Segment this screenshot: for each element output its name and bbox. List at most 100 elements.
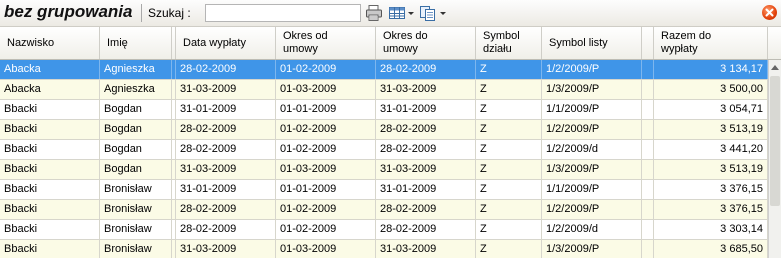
toolbar-separator — [141, 4, 142, 22]
search-input[interactable] — [205, 4, 361, 22]
cell-imie: Bogdan — [100, 160, 172, 179]
column-header-okres-od[interactable]: Okres od umowy — [276, 27, 376, 59]
scroll-up-icon[interactable] — [771, 65, 779, 70]
table-row[interactable]: Bbacki Bronisław 31-01-2009 01-01-2009 31-01… — [0, 180, 768, 200]
column-separator — [172, 27, 176, 59]
table-row[interactable]: Bbacki Bronisław 31-03-2009 01-03-2009 31-03… — [0, 240, 768, 258]
cell-separator — [642, 100, 654, 119]
column-header-symbol-listy[interactable]: Symbol listy — [542, 27, 642, 59]
cell-symbol-dzialu: Z — [476, 160, 542, 179]
cell-symbol-listy: 1/1/2009/P — [542, 100, 642, 119]
cell-razem: 3 513,19 — [654, 160, 768, 179]
cell-data-wyplaty: 28-02-2009 — [176, 60, 276, 79]
grouping-title: bez grupowania — [4, 2, 133, 21]
copy-dropdown-chevron-down-icon[interactable] — [439, 4, 447, 22]
cell-symbol-dzialu: Z — [476, 240, 542, 258]
cell-okres-do: 31-01-2009 — [376, 100, 476, 119]
cell-separator — [172, 120, 176, 139]
cell-okres-od: 01-02-2009 — [276, 200, 376, 219]
table-row[interactable]: Bbacki Bogdan 28-02-2009 01-02-2009 28-02-20… — [0, 140, 768, 160]
cell-data-wyplaty: 28-02-2009 — [176, 120, 276, 139]
cell-imie: Bronisław — [100, 220, 172, 239]
cell-separator — [172, 160, 176, 179]
cell-separator — [642, 220, 654, 239]
cell-okres-do: 31-01-2009 — [376, 180, 476, 199]
table-dropdown-chevron-down-icon[interactable] — [407, 4, 415, 22]
cell-imie: Bogdan — [100, 120, 172, 139]
cell-separator — [642, 80, 654, 99]
cell-separator — [642, 240, 654, 258]
cell-okres-od: 01-02-2009 — [276, 220, 376, 239]
cell-symbol-listy: 1/2/2009/d — [542, 140, 642, 159]
table-row[interactable]: Bbacki Bogdan 28-02-2009 01-02-2009 28-02-20… — [0, 120, 768, 140]
cell-data-wyplaty: 28-02-2009 — [176, 140, 276, 159]
cell-razem: 3 685,50 — [654, 240, 768, 258]
cell-separator — [172, 140, 176, 159]
cell-nazwisko: Bbacki — [0, 220, 100, 239]
grid-header: Nazwisko Imię Data wypłaty Okres od umowy Ok… — [0, 27, 781, 60]
search-label: Szukaj : — [148, 6, 191, 20]
cell-imie: Agnieszka — [100, 80, 172, 99]
cell-okres-od: 01-02-2009 — [276, 120, 376, 139]
cell-data-wyplaty: 31-01-2009 — [176, 180, 276, 199]
table-row[interactable]: Bbacki Bronisław 28-02-2009 01-02-2009 28-02… — [0, 200, 768, 220]
cell-separator — [172, 180, 176, 199]
column-header-razem[interactable]: Razem do wypłaty — [654, 27, 768, 59]
cell-symbol-dzialu: Z — [476, 60, 542, 79]
scrollbar-thumb[interactable] — [770, 76, 780, 206]
cell-okres-od: 01-03-2009 — [276, 160, 376, 179]
cell-imie: Bogdan — [100, 140, 172, 159]
cell-razem: 3 513,19 — [654, 120, 768, 139]
column-header-imie[interactable]: Imię — [100, 27, 172, 59]
table-row[interactable]: Abacka Agnieszka 31-03-2009 01-03-2009 31-03… — [0, 80, 768, 100]
cell-nazwisko: Bbacki — [0, 180, 100, 199]
table-row[interactable]: Abacka Agnieszka 28-02-2009 01-02-2009 28-02… — [0, 60, 768, 80]
cell-data-wyplaty: 31-01-2009 — [176, 100, 276, 119]
cell-data-wyplaty: 31-03-2009 — [176, 80, 276, 99]
column-header-nazwisko[interactable]: Nazwisko — [0, 27, 100, 59]
column-header-symbol-dzialu[interactable]: Symbol działu — [476, 27, 542, 59]
table-row[interactable]: Bbacki Bogdan 31-03-2009 01-03-2009 31-03-20… — [0, 160, 768, 180]
cell-data-wyplaty: 28-02-2009 — [176, 200, 276, 219]
cell-razem: 3 303,14 — [654, 220, 768, 239]
printer-icon[interactable] — [365, 4, 383, 22]
cell-nazwisko: Bbacki — [0, 140, 100, 159]
cell-okres-od: 01-03-2009 — [276, 240, 376, 258]
cell-separator — [642, 200, 654, 219]
cell-symbol-dzialu: Z — [476, 200, 542, 219]
column-header-data-wyplaty[interactable]: Data wypłaty — [176, 27, 276, 59]
cell-imie: Agnieszka — [100, 60, 172, 79]
cell-nazwisko: Bbacki — [0, 160, 100, 179]
toolbar: bez grupowania Szukaj : — [0, 0, 781, 27]
cell-razem: 3 441,20 — [654, 140, 768, 159]
cell-imie: Bronisław — [100, 240, 172, 258]
cell-separator — [172, 240, 176, 258]
cell-symbol-dzialu: Z — [476, 220, 542, 239]
table-row[interactable]: Bbacki Bogdan 31-01-2009 01-01-2009 31-01-20… — [0, 100, 768, 120]
cell-symbol-dzialu: Z — [476, 120, 542, 139]
cell-okres-od: 01-03-2009 — [276, 80, 376, 99]
cell-imie: Bogdan — [100, 100, 172, 119]
close-icon[interactable] — [762, 5, 777, 20]
column-header-okres-do[interactable]: Okres do umowy — [376, 27, 476, 59]
cell-data-wyplaty: 31-03-2009 — [176, 160, 276, 179]
cell-razem: 3 376,15 — [654, 180, 768, 199]
cell-nazwisko: Abacka — [0, 60, 100, 79]
cell-separator — [172, 220, 176, 239]
cell-symbol-listy: 1/1/2009/P — [542, 180, 642, 199]
cell-symbol-listy: 1/2/2009/d — [542, 220, 642, 239]
cell-nazwisko: Bbacki — [0, 240, 100, 258]
copy-icon[interactable] — [419, 4, 437, 22]
table-icon[interactable] — [388, 4, 406, 22]
cell-razem: 3 054,71 — [654, 100, 768, 119]
cell-okres-do: 28-02-2009 — [376, 200, 476, 219]
table-row[interactable]: Bbacki Bronisław 28-02-2009 01-02-2009 28-02… — [0, 220, 768, 240]
cell-separator — [642, 120, 654, 139]
cell-okres-od: 01-01-2009 — [276, 180, 376, 199]
cell-symbol-listy: 1/3/2009/P — [542, 240, 642, 258]
cell-separator — [642, 160, 654, 179]
cell-data-wyplaty: 28-02-2009 — [176, 220, 276, 239]
cell-okres-do: 31-03-2009 — [376, 240, 476, 258]
vertical-scrollbar[interactable] — [768, 60, 781, 258]
cell-symbol-listy: 1/2/2009/P — [542, 120, 642, 139]
